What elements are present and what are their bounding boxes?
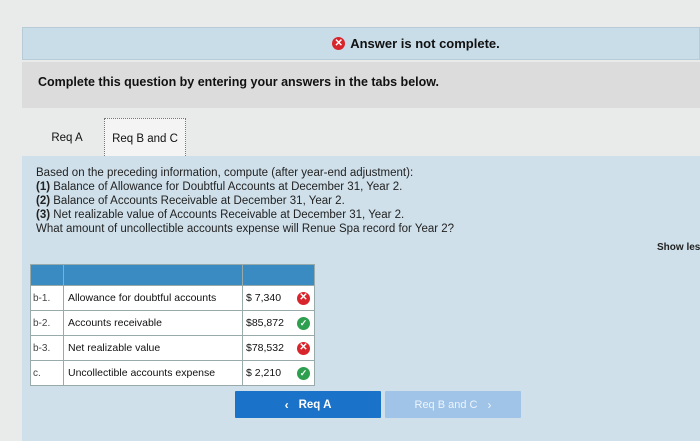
chevron-left-icon: ‹ xyxy=(284,397,289,412)
question-intro: Based on the preceding information, comp… xyxy=(36,167,414,179)
prev-button[interactable]: ‹ Req A xyxy=(235,391,381,418)
tab-req-b-and-c[interactable]: Req B and C xyxy=(104,118,186,158)
show-less-link[interactable]: Show les xyxy=(657,242,700,253)
question-item-3: (3) Net realizable value of Accounts Rec… xyxy=(36,209,405,221)
row-description: Uncollectible accounts expense xyxy=(63,360,243,386)
row-value[interactable]: $ 7,340 xyxy=(246,292,281,304)
row-label: b-1. xyxy=(30,285,64,311)
question-item-2: (2) Balance of Accounts Receivable at De… xyxy=(36,195,345,207)
incorrect-icon: ✕ xyxy=(297,291,310,305)
chevron-right-icon: › xyxy=(487,397,492,412)
incorrect-icon: ✕ xyxy=(297,341,310,355)
error-icon: ✕ xyxy=(332,37,346,50)
status-text: Answer is not complete. xyxy=(350,36,500,51)
row-value[interactable]: $ 2,210 xyxy=(246,367,281,379)
row-description: Accounts receivable xyxy=(63,310,243,336)
row-value[interactable]: $78,532 xyxy=(246,342,284,354)
correct-icon: ✓ xyxy=(297,316,310,330)
answer-table: b-1. Allowance for doubtful accounts $ 7… xyxy=(30,264,315,386)
instruction-box: Complete this question by entering your … xyxy=(22,62,700,108)
status-banner-inner: ✕ Answer is not complete. xyxy=(332,36,500,51)
tab-req-a-label: Req A xyxy=(51,132,83,144)
row-value-cell[interactable]: $78,532 ✕ xyxy=(242,335,315,361)
tab-bar: Req A Req B and C xyxy=(22,108,700,158)
table-row: b-1. Allowance for doubtful accounts $ 7… xyxy=(30,285,315,311)
question-final: What amount of uncollectible accounts ex… xyxy=(36,223,455,235)
row-label: b-2. xyxy=(30,310,64,336)
table-row: b-3. Net realizable value $78,532 ✕ xyxy=(30,335,315,361)
correct-icon: ✓ xyxy=(297,366,310,380)
question-item-1: (1) Balance of Allowance for Doubtful Ac… xyxy=(36,181,403,193)
tab-content: Based on the preceding information, comp… xyxy=(22,156,700,441)
status-banner: ✕ Answer is not complete. xyxy=(22,27,700,60)
instruction-text: Complete this question by entering your … xyxy=(38,75,439,89)
table-header-row xyxy=(30,264,315,286)
next-button[interactable]: Req B and C › xyxy=(385,391,521,418)
row-description: Net realizable value xyxy=(63,335,243,361)
row-description: Allowance for doubtful accounts xyxy=(63,285,243,311)
next-button-label: Req B and C xyxy=(414,398,478,411)
row-value[interactable]: $85,872 xyxy=(246,317,284,329)
row-label: c. xyxy=(30,360,64,386)
question-text: Based on the preceding information, comp… xyxy=(36,166,454,236)
tab-req-b-and-c-label: Req B and C xyxy=(112,132,178,145)
row-value-cell[interactable]: $ 2,210 ✓ xyxy=(242,360,315,386)
row-value-cell[interactable]: $85,872 ✓ xyxy=(242,310,315,336)
row-value-cell[interactable]: $ 7,340 ✕ xyxy=(242,285,315,311)
prev-button-label: Req A xyxy=(298,398,332,411)
table-row: c. Uncollectible accounts expense $ 2,21… xyxy=(30,360,315,386)
tab-req-a[interactable]: Req A xyxy=(32,118,102,158)
table-row: b-2. Accounts receivable $85,872 ✓ xyxy=(30,310,315,336)
row-label: b-3. xyxy=(30,335,64,361)
